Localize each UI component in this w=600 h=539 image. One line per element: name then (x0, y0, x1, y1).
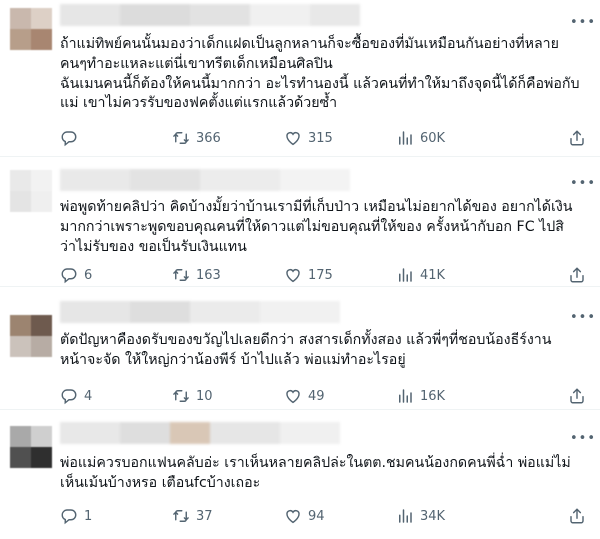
like-button[interactable]: 315 (284, 128, 333, 148)
views-button[interactable]: 16K (396, 386, 445, 406)
retweet-button[interactable]: 10 (172, 386, 213, 406)
tweet-text-line: เห็นเม้นบ้างหรอ เตือนfcบ้างเถอะ (60, 474, 261, 491)
reply-button[interactable]: 6 (60, 265, 92, 285)
tweet-text-line: มากกว่าเพราะพูดขอบคุณคนที่ให้ดาวแต่ไม่ขอ… (60, 218, 564, 235)
more-icon[interactable]: ••• (570, 175, 595, 193)
reply-count: 6 (84, 267, 93, 283)
like-count: 315 (308, 130, 333, 146)
views-button[interactable]: 34K (396, 506, 445, 526)
more-icon[interactable]: ••• (570, 14, 595, 32)
like-count: 49 (308, 388, 325, 404)
avatar[interactable] (10, 315, 52, 357)
more-icon[interactable]: ••• (570, 430, 595, 448)
reply-button[interactable]: 4 (60, 386, 92, 406)
tweet-text-line: ตัดปัญหาคืองดรับของขวัญไปเลยดีกว่า สงสาร… (60, 332, 552, 348)
heart-icon (284, 387, 302, 405)
reply-icon (60, 266, 78, 284)
more-icon[interactable]: ••• (570, 309, 595, 327)
retweet-icon (172, 129, 190, 147)
view-count: 41K (420, 267, 446, 283)
author-name-blurred[interactable] (60, 169, 350, 191)
like-button[interactable]: 175 (284, 265, 333, 285)
retweet-button[interactable]: 37 (172, 506, 213, 526)
tweet-text-line: ว่าไม่รับของ ขอเป็นรับเงินแทน (60, 238, 247, 255)
retweet-button[interactable]: 163 (172, 265, 221, 285)
tweet-text-line: หน้าจะจัด ให้ใหญ่กว่าน้องพีร์ บ้าไปแล้ว … (60, 351, 406, 368)
avatar[interactable] (10, 8, 52, 50)
reply-icon (60, 129, 78, 147)
share-button[interactable] (568, 506, 586, 526)
tweet-actions: 6 163 175 41K (60, 265, 590, 285)
bar-chart-icon (396, 387, 414, 405)
views-button[interactable]: 60K (396, 128, 445, 148)
share-icon (568, 266, 586, 284)
tweet-text: พ่อแม่ควรบอกแฟนคลับอ่ะ เราเห็นหลายคลิปล่… (60, 454, 590, 494)
share-button[interactable] (568, 265, 586, 285)
share-button[interactable] (568, 128, 586, 148)
tweet-text-line: แม่ เขาไม่ควรรับของฟคตั้งแต่แรกแล้วด้วยซ… (60, 95, 338, 112)
avatar[interactable] (10, 170, 52, 212)
tweet-3[interactable]: ••• ตัดปัญหาคืองดรับของขวัญไปเลยดีกว่า ส… (0, 287, 600, 410)
tweet-text: ถ้าแม่ทิพย์คนนั้นมองว่าเด็กแฝดเป็นลูกหลา… (60, 35, 590, 114)
share-icon (568, 129, 586, 147)
avatar[interactable] (10, 426, 52, 468)
tweet-actions: 1 37 94 34K (60, 506, 590, 526)
reply-icon (60, 507, 78, 525)
like-button[interactable]: 94 (284, 506, 325, 526)
retweet-count: 37 (196, 508, 213, 524)
reply-icon (60, 387, 78, 405)
bar-chart-icon (396, 129, 414, 147)
like-button[interactable]: 49 (284, 386, 325, 406)
author-name-blurred[interactable] (60, 4, 360, 26)
tweet-text-line: คนๆทำอะแหละแต่นี่เขาทรีตเด็กเหมือนศิลปิน (60, 55, 333, 72)
heart-icon (284, 507, 302, 525)
tweet-text: พ่อพูดท้ายคลิปว่า คิดบ้างมั้ยว่าบ้านเราม… (60, 198, 590, 257)
reply-button[interactable]: 1 (60, 506, 92, 526)
heart-icon (284, 266, 302, 284)
tweet-actions: 4 10 49 16K (60, 386, 590, 406)
bar-chart-icon (396, 266, 414, 284)
share-icon (568, 387, 586, 405)
bar-chart-icon (396, 507, 414, 525)
view-count: 34K (420, 508, 446, 524)
tweet-text: ตัดปัญหาคืองดรับของขวัญไปเลยดีกว่า สงสาร… (60, 331, 590, 371)
view-count: 16K (420, 388, 446, 404)
reply-count: 1 (84, 508, 93, 524)
retweet-count: 163 (196, 267, 221, 283)
reply-button[interactable] (60, 128, 84, 148)
tweet-text-line: พ่อพูดท้ายคลิปว่า คิดบ้างมั้ยว่าบ้านเราม… (60, 199, 573, 215)
heart-icon (284, 129, 302, 147)
retweet-count: 10 (196, 388, 213, 404)
tweet-text-line: ถ้าแม่ทิพย์คนนั้นมองว่าเด็กแฝดเป็นลูกหลา… (60, 36, 559, 52)
tweet-text-line: พ่อแม่ควรบอกแฟนคลับอ่ะ เราเห็นหลายคลิปล่… (60, 455, 571, 471)
author-name-blurred[interactable] (60, 422, 340, 444)
share-button[interactable] (568, 386, 586, 406)
tweet-1[interactable]: ••• ถ้าแม่ทิพย์คนนั้นมองว่าเด็กแฝดเป็นลู… (0, 0, 600, 157)
tweet-actions: 366 315 60K (60, 128, 590, 148)
retweet-count: 366 (196, 130, 221, 146)
author-name-blurred[interactable] (60, 301, 340, 323)
retweet-icon (172, 387, 190, 405)
tweet-2[interactable]: ••• พ่อพูดท้ายคลิปว่า คิดบ้างมั้ยว่าบ้าน… (0, 157, 600, 287)
views-button[interactable]: 41K (396, 265, 445, 285)
like-count: 94 (308, 508, 325, 524)
like-count: 175 (308, 267, 333, 283)
reply-count: 4 (84, 388, 93, 404)
retweet-button[interactable]: 366 (172, 128, 221, 148)
share-icon (568, 507, 586, 525)
tweet-4[interactable]: ••• พ่อแม่ควรบอกแฟนคลับอ่ะ เราเห็นหลายคล… (0, 410, 600, 539)
retweet-icon (172, 507, 190, 525)
tweet-text-line: ฉันเมนคนนี้ก็ต้องให้คนนี้มากกว่า อะไรทำน… (60, 75, 580, 92)
view-count: 60K (420, 130, 446, 146)
retweet-icon (172, 266, 190, 284)
